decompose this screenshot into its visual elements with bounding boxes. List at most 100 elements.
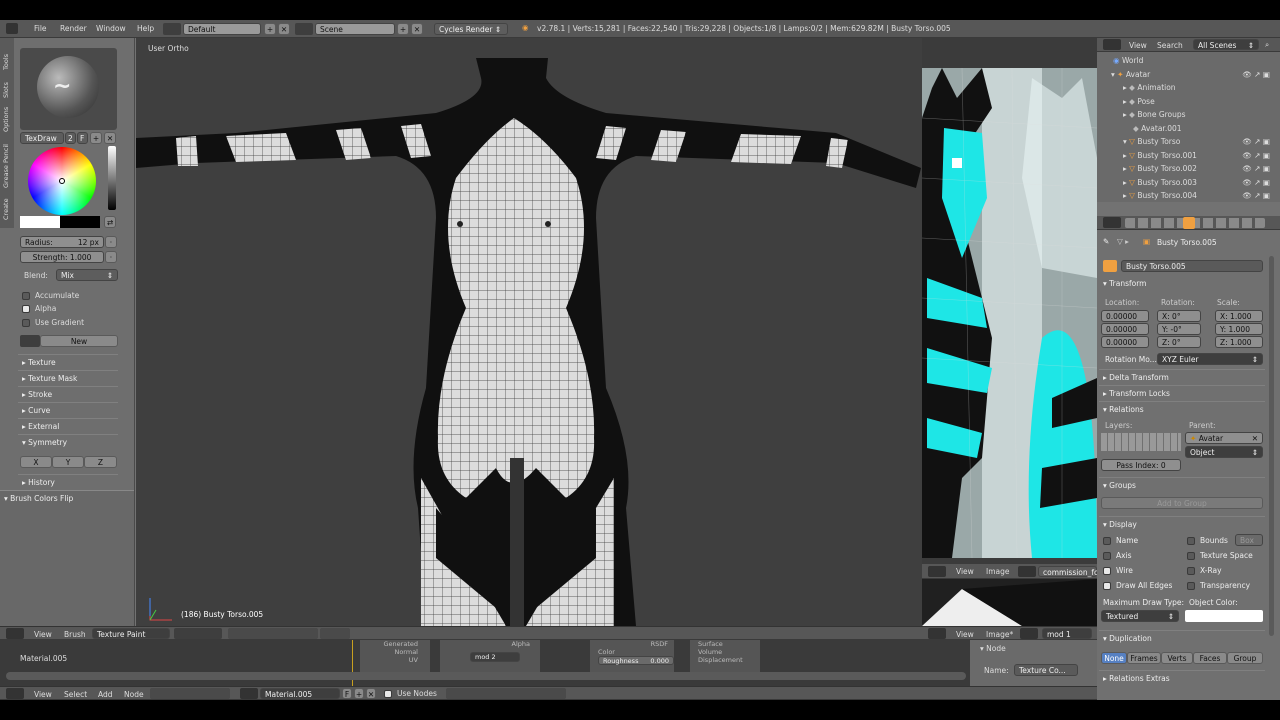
mesh-view[interactable] bbox=[136, 38, 922, 626]
outliner-row[interactable]: ▾ ▽ Busty Torso 👁 ↗ ▣ bbox=[1097, 135, 1280, 149]
outliner-row[interactable]: ▾ ✦ Avatar 👁 ↗ ▣ bbox=[1097, 68, 1280, 82]
node-menu-select[interactable]: Select bbox=[64, 690, 87, 699]
add-scene-button[interactable]: + bbox=[397, 23, 409, 35]
parent-type-select[interactable]: Object ⇕ bbox=[1185, 446, 1263, 458]
outliner-menu-view[interactable]: View bbox=[1129, 41, 1147, 50]
tab-options[interactable]: Options bbox=[2, 100, 10, 132]
dup-verts-button[interactable]: Verts bbox=[1161, 652, 1193, 664]
section-relations-extras[interactable]: ▸ Relations Extras bbox=[1099, 670, 1265, 686]
image2-menu-view[interactable]: View bbox=[956, 630, 974, 639]
location-y[interactable]: 0.00000 bbox=[1101, 323, 1149, 335]
image-name-field[interactable]: commission_fo bbox=[1038, 566, 1099, 577]
dup-none-button[interactable]: None bbox=[1101, 652, 1127, 664]
snap-buttons[interactable] bbox=[320, 628, 350, 639]
image-editor[interactable] bbox=[922, 38, 1097, 566]
section-texture[interactable]: ▸ Texture bbox=[18, 354, 118, 370]
value-slider[interactable] bbox=[108, 146, 116, 210]
location-z[interactable]: 0.00000 bbox=[1101, 336, 1149, 348]
palette-icon[interactable] bbox=[20, 335, 40, 347]
section-external[interactable]: ▸ External bbox=[18, 418, 118, 434]
scene-icon[interactable] bbox=[295, 23, 313, 35]
scene-select[interactable]: Scene bbox=[315, 23, 395, 35]
display-bounds[interactable]: Bounds bbox=[1187, 536, 1228, 545]
alpha-checkbox[interactable] bbox=[22, 305, 30, 313]
location-x[interactable]: 0.00000 bbox=[1101, 310, 1149, 322]
option-accumulate[interactable]: Accumulate bbox=[22, 291, 79, 300]
add-layout-button[interactable]: + bbox=[264, 23, 276, 35]
color-wheel[interactable] bbox=[28, 147, 96, 215]
strength-field[interactable]: Strength: 1.000 bbox=[20, 251, 104, 263]
viewport-editor-icon[interactable] bbox=[6, 628, 24, 639]
mode-select[interactable]: Texture Paint bbox=[92, 628, 170, 639]
use-nodes-toggle[interactable]: Use Nodes bbox=[384, 689, 437, 698]
properties-editor-icon[interactable] bbox=[1103, 217, 1121, 228]
image-editor-icon[interactable] bbox=[928, 566, 946, 577]
layer-grid[interactable] bbox=[1101, 433, 1181, 451]
swap-colors-button[interactable]: ⇄ bbox=[104, 216, 116, 228]
display-name[interactable]: Name bbox=[1103, 536, 1138, 545]
outliner-row[interactable]: ▸ ◆ Animation bbox=[1097, 81, 1280, 95]
menu-window[interactable]: Window bbox=[96, 24, 126, 33]
display-transparency[interactable]: Transparency bbox=[1187, 581, 1250, 590]
object-tab-icon[interactable] bbox=[1183, 217, 1195, 229]
tab-grease-pencil[interactable]: Grease Pencil bbox=[2, 134, 10, 188]
layout-select[interactable]: Default bbox=[183, 23, 261, 35]
node-menu-node[interactable]: Node bbox=[124, 690, 144, 699]
viewport-menu-brush[interactable]: Brush bbox=[64, 630, 86, 639]
option-alpha[interactable]: Alpha bbox=[22, 304, 56, 313]
properties-scrollbar[interactable] bbox=[1269, 256, 1274, 636]
outliner-editor-icon[interactable] bbox=[1103, 39, 1121, 50]
display-draw-all-edges[interactable]: Draw All Edges bbox=[1103, 581, 1172, 590]
section-relations[interactable]: ▾ Relations bbox=[1099, 401, 1265, 417]
node-editor-icon[interactable] bbox=[6, 688, 24, 699]
option-use-gradient[interactable]: Use Gradient bbox=[22, 318, 84, 327]
outliner-filter-select[interactable]: All Scenes ⇕ bbox=[1193, 39, 1259, 50]
section-texture-mask[interactable]: ▸ Texture Mask bbox=[18, 370, 118, 386]
section-transform[interactable]: ▾ Transform bbox=[1099, 276, 1265, 292]
rotation-x[interactable]: X: 0° bbox=[1157, 310, 1201, 322]
scale-x[interactable]: X: 1.000 bbox=[1215, 310, 1263, 322]
tab-slots[interactable]: Slots bbox=[2, 72, 10, 98]
blend-select[interactable]: Mix ⇕ bbox=[56, 269, 118, 281]
parent-field[interactable]: ✦ Avatar ✕ bbox=[1185, 432, 1263, 444]
section-groups[interactable]: ▾ Groups bbox=[1099, 477, 1265, 493]
tab-tools[interactable]: Tools bbox=[2, 42, 10, 70]
add-brush-button[interactable]: + bbox=[90, 132, 102, 144]
add-to-group-button[interactable]: Add to Group bbox=[1101, 497, 1263, 509]
tab-create[interactable]: Create bbox=[2, 190, 10, 220]
rotation-z[interactable]: Z: 0° bbox=[1157, 336, 1201, 348]
material-remove-button[interactable]: ✕ bbox=[366, 688, 376, 699]
radius-pressure-icon[interactable]: · bbox=[105, 236, 117, 248]
object-color-swatch[interactable] bbox=[1185, 610, 1263, 622]
dup-faces-button[interactable]: Faces bbox=[1193, 652, 1227, 664]
section-stroke[interactable]: ▸ Stroke bbox=[18, 386, 118, 402]
image-menu-view[interactable]: View bbox=[956, 567, 974, 576]
section-history[interactable]: ▸ History bbox=[18, 474, 118, 490]
rotation-mode-select[interactable]: XYZ Euler ⇕ bbox=[1157, 353, 1263, 365]
screen-layout-icon[interactable] bbox=[163, 23, 181, 35]
menu-help[interactable]: Help bbox=[137, 24, 154, 33]
remove-layout-button[interactable]: ✕ bbox=[278, 23, 290, 35]
node-menu-view[interactable]: View bbox=[34, 690, 52, 699]
primary-color-swatch[interactable] bbox=[20, 216, 60, 228]
display-xray[interactable]: X-Ray bbox=[1187, 566, 1222, 575]
dup-frames-button[interactable]: Frames bbox=[1127, 652, 1161, 664]
display-texture-space[interactable]: Texture Space bbox=[1187, 551, 1253, 560]
section-symmetry[interactable]: ▾ Symmetry bbox=[18, 434, 118, 450]
section-transform-locks[interactable]: ▸ Transform Locks bbox=[1099, 385, 1265, 401]
node-menu-add[interactable]: Add bbox=[98, 690, 113, 699]
outliner-row[interactable]: ▸ ◆ Pose bbox=[1097, 95, 1280, 109]
outliner-row[interactable]: ▸ ▽ Busty Torso.004 👁 ↗ ▣ bbox=[1097, 189, 1280, 203]
node-scrollbar[interactable] bbox=[6, 672, 966, 680]
outliner-row[interactable]: ◉ World bbox=[1097, 54, 1280, 68]
model-body[interactable] bbox=[136, 58, 921, 626]
accumulate-checkbox[interactable] bbox=[22, 292, 30, 300]
shading-buttons[interactable] bbox=[174, 628, 222, 639]
strength-pressure-icon[interactable]: · bbox=[105, 251, 117, 263]
display-wire[interactable]: Wire bbox=[1103, 566, 1133, 575]
3d-viewport[interactable]: User Ortho (186) Busty Torso.005 bbox=[136, 38, 922, 626]
viewport-menu-view[interactable]: View bbox=[34, 630, 52, 639]
node-snap-buttons[interactable] bbox=[446, 688, 566, 699]
image2-browse-icon[interactable] bbox=[1020, 628, 1038, 639]
node-editor[interactable]: Material.005 Generated Normal UV Alpha mod… bbox=[0, 640, 1097, 686]
